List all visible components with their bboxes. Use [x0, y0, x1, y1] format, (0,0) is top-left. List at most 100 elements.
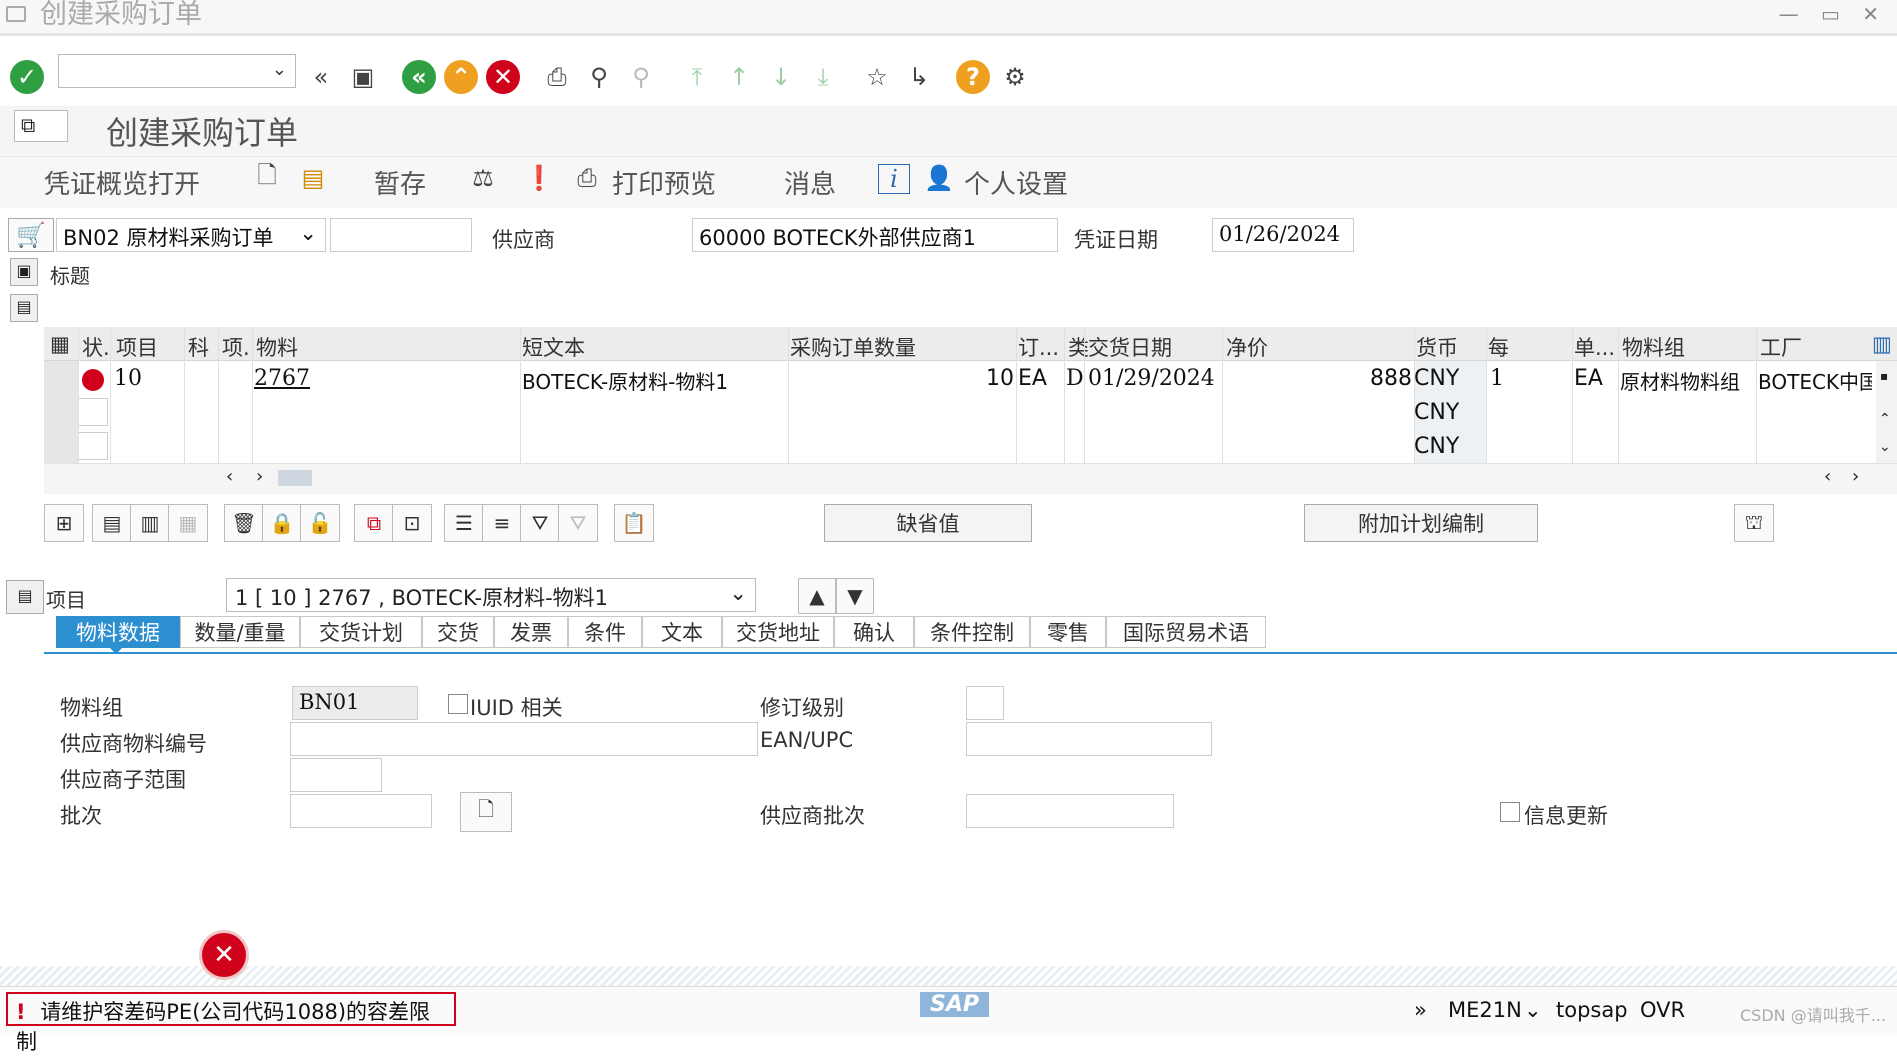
menu-icon[interactable]: ⧉	[14, 110, 68, 142]
add-row-icon[interactable]: ▤	[92, 504, 132, 542]
scroll-handle-icon[interactable]: ▪	[1880, 369, 1888, 383]
cell-currency[interactable]: CNY	[1414, 366, 1459, 391]
scroll-right-icon[interactable]: ›	[1852, 466, 1859, 487]
cell-qty[interactable]: 10	[790, 366, 1014, 391]
copy-row-icon[interactable]: ▥	[130, 504, 170, 542]
tab-qty-weight[interactable]: 数量/重量	[180, 616, 300, 648]
tab-delivery-schedule[interactable]: 交货计划	[300, 616, 422, 648]
new-document-icon[interactable]: 🗋	[252, 161, 282, 194]
prev-page-icon[interactable]: ↑	[722, 60, 756, 94]
chevron-down-icon[interactable]: ⌄	[1879, 439, 1891, 455]
cell-currency[interactable]: CNY	[1414, 434, 1459, 459]
cell-net-price[interactable]: 888	[1224, 366, 1412, 391]
items-expand-icon[interactable]: ▤	[10, 294, 38, 322]
column-plant[interactable]: 工厂	[1760, 332, 1802, 362]
status-mode[interactable]: OVR	[1640, 998, 1685, 1022]
cancel-icon[interactable]: ✕	[486, 60, 520, 94]
scroll-left-icon[interactable]: ‹	[226, 466, 233, 487]
doc-overview-button[interactable]: 凭证概览打开	[44, 164, 200, 201]
print-icon[interactable]: ⎙	[540, 60, 574, 94]
column-uom[interactable]: 单...	[1574, 332, 1615, 362]
order-type-select[interactable]: BN02 原材料采购订单 ⌄	[56, 218, 326, 252]
enter-icon[interactable]: ✓	[10, 60, 44, 94]
column-order-unit[interactable]: 订...	[1018, 332, 1059, 362]
help-icon[interactable]: ?	[956, 60, 990, 94]
tab-invoice[interactable]: 发票	[494, 616, 568, 648]
column-short-text[interactable]: 短文本	[522, 332, 585, 362]
grid-layout-icon[interactable]: ▦	[50, 332, 70, 356]
check-icon[interactable]: ⚖	[468, 162, 498, 194]
info-update-checkbox[interactable]	[1500, 802, 1520, 822]
deselect-icon[interactable]: ⊡	[392, 504, 432, 542]
addl-planning-button[interactable]: 附加计划编制	[1304, 504, 1538, 542]
select-all-icon[interactable]: ⧉	[354, 504, 394, 542]
paste-row-icon[interactable]: ▦	[168, 504, 208, 542]
cell-material[interactable]: 2767	[254, 366, 310, 391]
window-controls[interactable]: — ▭ ✕	[1779, 2, 1887, 26]
filter-off-icon[interactable]: ⛛	[558, 504, 598, 542]
back-double-icon[interactable]: «	[304, 60, 338, 94]
column-matl-group[interactable]: 物料组	[1622, 332, 1685, 362]
batch-field[interactable]	[290, 794, 432, 828]
find-icon[interactable]: ⚲	[582, 60, 616, 94]
back-icon[interactable]: «	[402, 60, 436, 94]
exit-icon[interactable]: ⌃	[444, 60, 478, 94]
vendor-material-field[interactable]	[290, 722, 758, 756]
cell-cat[interactable]: D	[1066, 366, 1084, 391]
tab-incoterms[interactable]: 国际贸易术语	[1106, 616, 1266, 648]
save-icon[interactable]: ▣	[346, 60, 380, 94]
ean-field[interactable]	[966, 722, 1212, 756]
cell-plant[interactable]: BOTECK中国	[1758, 366, 1872, 395]
column-po-qty[interactable]: 采购订单数量	[790, 332, 916, 362]
copy-document-icon[interactable]: ▤	[298, 162, 328, 194]
print-preview-button[interactable]: 打印预览	[612, 164, 716, 201]
print-preview-icon[interactable]: ⎙	[572, 162, 602, 194]
order-number-field[interactable]	[330, 218, 472, 252]
iuid-checkbox[interactable]	[448, 694, 468, 714]
vendor-subrange-field[interactable]	[290, 758, 382, 792]
table-row[interactable]	[44, 395, 1897, 430]
column-per[interactable]: 每	[1488, 332, 1509, 362]
cell-short-text[interactable]: BOTECK-原材料-物料1	[522, 366, 728, 395]
tab-confirmation[interactable]: 确认	[834, 616, 914, 648]
cart-icon[interactable]: 🛒	[8, 218, 54, 252]
revision-field[interactable]	[966, 686, 1004, 720]
prev-item-icon[interactable]: ▲	[798, 578, 836, 614]
personal-settings-button[interactable]: 个人设置	[964, 164, 1068, 201]
chevron-down-icon[interactable]: ⌄	[729, 581, 747, 605]
column-cat[interactable]: 类	[1068, 332, 1089, 362]
item-select[interactable]: 1 [ 10 ] 2767 , BOTECK-原材料-物料1 ⌄	[226, 578, 756, 612]
chevron-down-icon[interactable]: ⌄	[1524, 998, 1542, 1022]
column-item[interactable]: 项目	[116, 332, 158, 362]
sort-asc-icon[interactable]: ☰	[444, 504, 484, 542]
messages-button[interactable]: 消息	[784, 164, 836, 201]
cell-item[interactable]: 10	[114, 366, 142, 391]
column-item-cat[interactable]: 项.	[222, 332, 250, 362]
column-material[interactable]: 物料	[256, 332, 298, 362]
tab-condition-control[interactable]: 条件控制	[914, 616, 1030, 648]
item-collapse-icon[interactable]: ▤	[6, 580, 44, 614]
cell-delivery-date[interactable]: 01/29/2024	[1088, 366, 1215, 391]
next-page-icon[interactable]: ↓	[764, 60, 798, 94]
column-currency[interactable]: 货币	[1416, 332, 1458, 362]
command-field[interactable]: ⌄	[58, 54, 296, 88]
tab-delivery[interactable]: 交货	[422, 616, 494, 648]
vertical-scrollbar[interactable]: ▪ ⌃ ⌄	[1876, 361, 1897, 463]
table-row[interactable]	[44, 429, 1897, 464]
column-delivery-date[interactable]: 交货日期	[1088, 332, 1172, 362]
clipboard-icon[interactable]: 📋	[614, 504, 654, 542]
column-net-price[interactable]: 净价	[1226, 332, 1268, 362]
vendor-field[interactable]: 60000 BOTECK外部供应商1	[692, 218, 1058, 252]
scroll-left-icon[interactable]: ‹	[1824, 466, 1831, 487]
tab-conditions[interactable]: 条件	[568, 616, 642, 648]
row-selector-column[interactable]	[44, 361, 78, 463]
message-alert-icon[interactable]: ❗	[524, 162, 554, 194]
column-settings-icon[interactable]: ▥	[1872, 332, 1892, 356]
tab-material-data[interactable]: 物料数据	[56, 616, 180, 648]
last-page-icon[interactable]: ⤓	[806, 60, 840, 94]
column-acct[interactable]: 科	[188, 332, 209, 362]
new-session-icon[interactable]: ☆	[860, 60, 894, 94]
tab-delivery-address[interactable]: 交货地址	[722, 616, 834, 648]
delete-icon[interactable]: 🗑	[224, 504, 264, 542]
header-collapse-icon[interactable]: ▣	[10, 258, 38, 286]
